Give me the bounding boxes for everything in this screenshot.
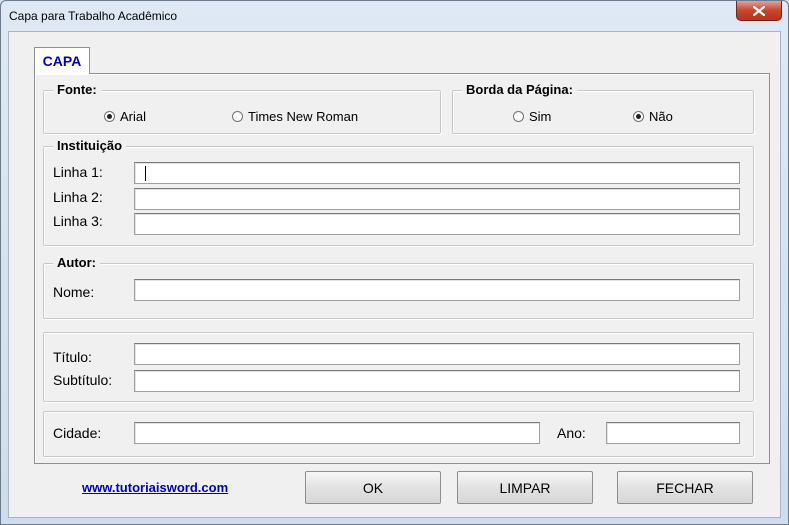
text-caret	[145, 166, 146, 181]
radio-indicator	[232, 111, 243, 122]
tab-capa[interactable]: CAPA	[34, 47, 90, 74]
ano-input[interactable]	[606, 422, 740, 444]
radio-nao-label: Não	[649, 109, 673, 124]
nome-label: Nome:	[53, 284, 95, 300]
fonte-group-title: Fonte:	[53, 82, 101, 97]
tab-panel-capa: Fonte: Arial Times New Roman Borda da Pá…	[34, 73, 770, 464]
instituicao-group-title: Instituição	[53, 138, 127, 153]
radio-sim-label: Sim	[529, 109, 552, 124]
titulo-group: Título: Subtítulo:	[43, 332, 754, 402]
ano-label: Ano:	[557, 425, 586, 441]
autor-group: Autor: Nome:	[43, 255, 754, 319]
fechar-button[interactable]: FECHAR	[617, 471, 753, 504]
subtitulo-input[interactable]	[134, 370, 740, 392]
radio-indicator	[633, 111, 644, 122]
limpar-button[interactable]: LIMPAR	[457, 471, 593, 504]
titulo-input[interactable]	[134, 343, 740, 365]
fonte-group: Fonte: Arial Times New Roman	[43, 82, 441, 134]
close-icon	[753, 5, 765, 16]
title-bar: Capa para Trabalho Acadêmico	[1, 1, 788, 31]
radio-nao[interactable]: Não	[633, 109, 673, 124]
titulo-label: Título:	[53, 349, 92, 365]
local-group: Cidade: Ano:	[43, 411, 754, 457]
radio-sim[interactable]: Sim	[513, 109, 551, 124]
dialog-body: CAPA Fonte: Arial Times New Roman Borda …	[8, 31, 781, 518]
borda-group-title: Borda da Página:	[462, 82, 577, 97]
radio-arial-label: Arial	[120, 109, 147, 124]
close-button[interactable]	[736, 1, 782, 21]
radio-indicator	[104, 111, 115, 122]
borda-group: Borda da Página: Sim Não	[452, 82, 754, 134]
linha1-input[interactable]	[134, 162, 740, 184]
radio-indicator	[513, 111, 524, 122]
ok-button[interactable]: OK	[305, 471, 441, 504]
linha3-input[interactable]	[134, 213, 740, 235]
website-link[interactable]: www.tutoriaisword.com	[82, 480, 228, 495]
linha2-input[interactable]	[134, 188, 740, 210]
instituicao-group: Instituição Linha 1: Linha 2: Linha 3:	[43, 138, 754, 246]
radio-times-label: Times New Roman	[248, 109, 359, 124]
radio-arial[interactable]: Arial	[104, 109, 146, 124]
subtitulo-label: Subtítulo:	[53, 372, 113, 388]
cidade-label: Cidade:	[53, 425, 102, 441]
nome-input[interactable]	[134, 279, 740, 301]
radio-times-new-roman[interactable]: Times New Roman	[232, 109, 358, 124]
linha2-label: Linha 2:	[53, 189, 103, 205]
dialog-window: Capa para Trabalho Acadêmico CAPA Fonte:…	[0, 0, 789, 525]
linha3-label: Linha 3:	[53, 213, 103, 229]
autor-group-title: Autor:	[53, 255, 100, 270]
linha1-label: Linha 1:	[53, 164, 103, 180]
window-title: Capa para Trabalho Acadêmico	[9, 9, 178, 23]
cidade-input[interactable]	[134, 422, 540, 444]
